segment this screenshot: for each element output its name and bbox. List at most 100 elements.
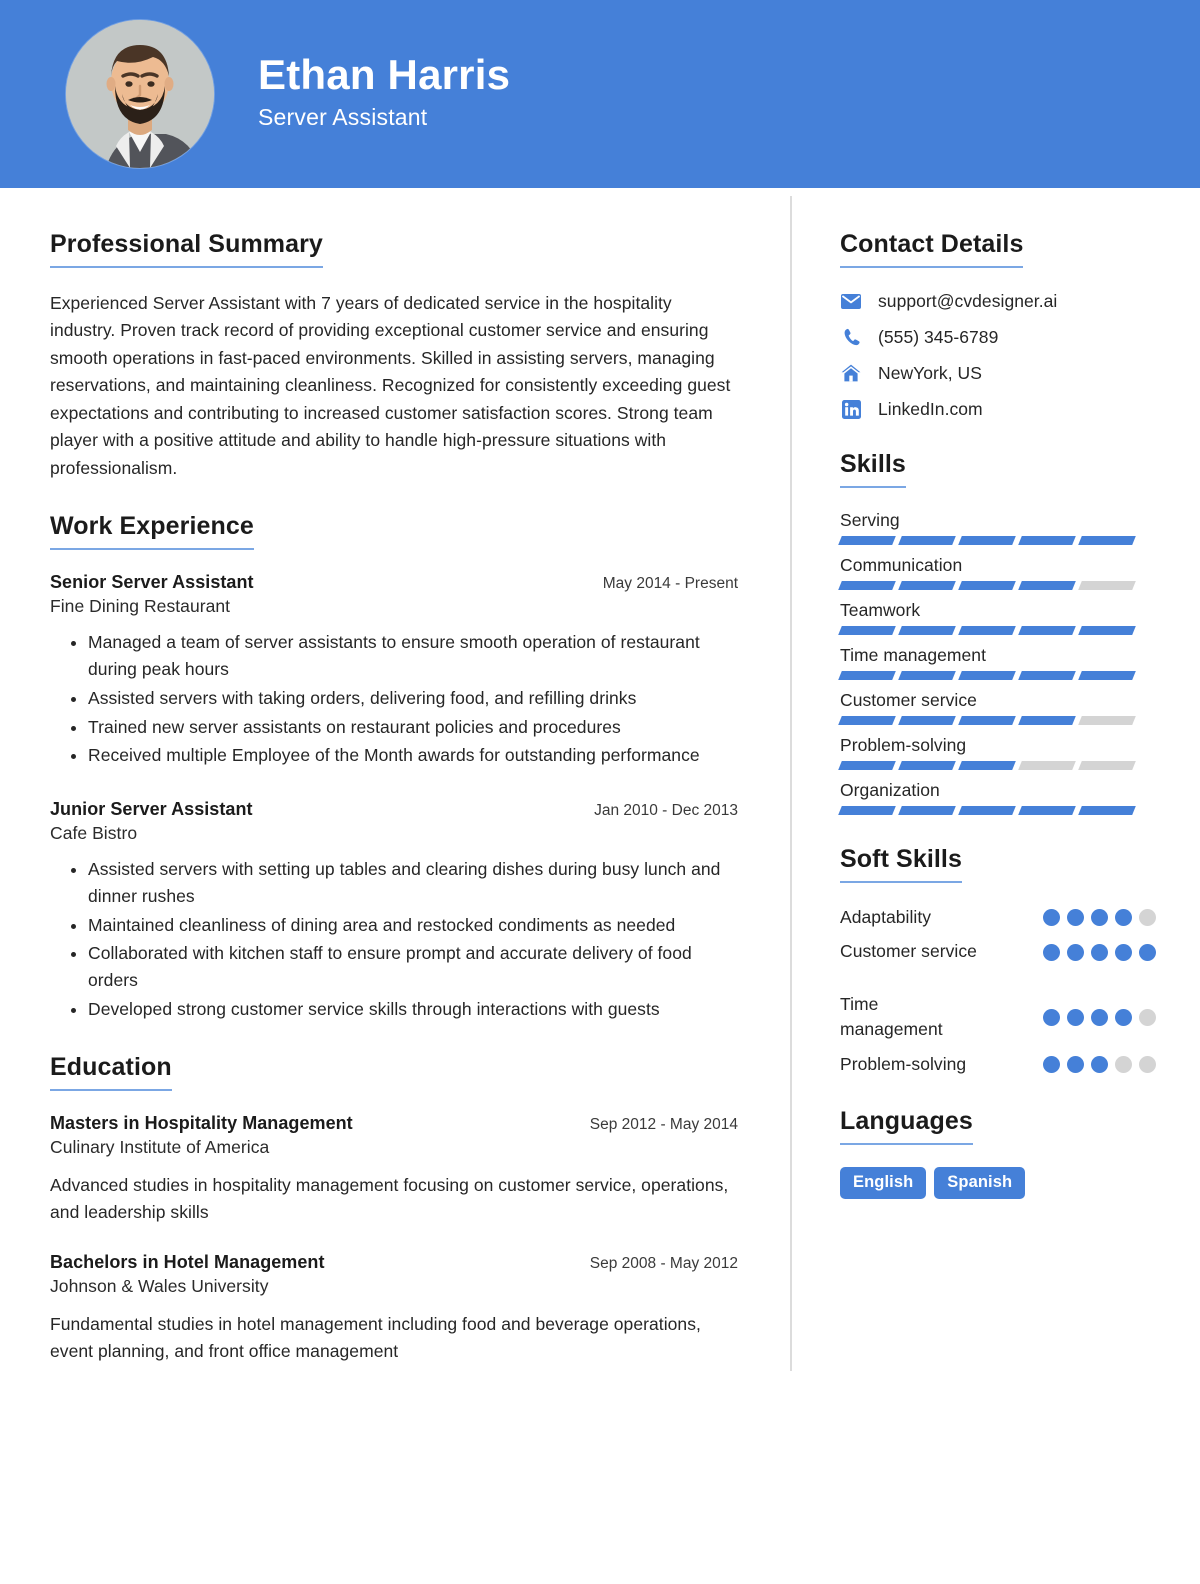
- skill-segment: [958, 671, 1016, 680]
- list-item: Assisted servers with taking orders, del…: [88, 685, 738, 712]
- candidate-role: Server Assistant: [258, 104, 428, 131]
- section-education: Education Masters in Hospitality Managem…: [50, 1053, 738, 1366]
- experience-heading: Work Experience: [50, 512, 254, 551]
- soft-skill-name: Time management: [840, 993, 943, 1040]
- envelope-icon: [840, 290, 862, 312]
- skill-segment: [958, 761, 1016, 770]
- list-item: Collaborated with kitchen staff to ensur…: [88, 940, 738, 994]
- skill-segment: [958, 536, 1016, 545]
- skill-segment: [898, 671, 956, 680]
- section-professional-summary: Professional Summary Experienced Server …: [50, 230, 738, 482]
- skill-segment: [898, 716, 956, 725]
- language-chip[interactable]: Spanish: [934, 1166, 1026, 1199]
- summary-text: Experienced Server Assistant with 7 year…: [50, 293, 731, 478]
- skill-segment: [838, 671, 896, 680]
- contact-row-phone[interactable]: (555) 345-6789: [840, 326, 1156, 348]
- skill-name: Communication: [840, 555, 963, 575]
- rating-dot: [1043, 909, 1060, 927]
- list-item: Received multiple Employee of the Month …: [88, 742, 738, 769]
- experience-company: Cafe Bistro: [50, 823, 138, 844]
- linkedin-icon: [840, 398, 862, 420]
- experience-item-head: Junior Server Assistant Jan 2010 - Dec 2…: [50, 799, 738, 820]
- experience-date: May 2014 - Present: [602, 575, 738, 593]
- soft-skills-heading: Soft Skills: [840, 845, 962, 883]
- avatar: [66, 20, 214, 168]
- skill-segment: [838, 806, 896, 815]
- skill-name: Teamwork: [840, 600, 921, 620]
- contact-row-email[interactable]: support@cvdesigner.ai: [840, 290, 1156, 312]
- soft-skill-name: Adaptability: [840, 907, 932, 927]
- soft-skill-list: Adaptability Customer service Time managem…: [840, 905, 1156, 1077]
- skill-bar: [838, 536, 1136, 545]
- section-contact-details: Contact Details support@cvdesigner.ai (5…: [840, 230, 1156, 420]
- home-icon: [840, 362, 862, 384]
- list-item: Managed a team of server assistants to e…: [88, 629, 738, 683]
- skill-segment: [1018, 581, 1076, 590]
- experience-heading-wrap: Work Experience: [50, 512, 738, 551]
- rating-dot: [1067, 943, 1084, 961]
- skill-segment: [1018, 626, 1076, 635]
- skill-bar: [838, 716, 1136, 725]
- skill-row: Organization: [838, 780, 1156, 815]
- sidebar-column: Contact Details support@cvdesigner.ai (5…: [792, 188, 1200, 1395]
- education-heading-wrap: Education: [50, 1053, 738, 1091]
- skill-segment: [898, 536, 956, 545]
- skill-segment: [838, 761, 896, 770]
- education-school: Johnson & Wales University: [50, 1275, 269, 1296]
- education-heading: Education: [50, 1053, 172, 1091]
- resume-body: Professional Summary Experienced Server …: [0, 188, 1200, 1395]
- skill-row: Teamwork: [838, 600, 1156, 635]
- skill-segment: [1078, 671, 1136, 680]
- skill-bar: [838, 626, 1136, 635]
- contact-row-location[interactable]: NewYork, US: [840, 362, 1156, 384]
- summary-heading-wrap: Professional Summary: [50, 230, 738, 268]
- rating-dot: [1139, 1055, 1156, 1073]
- skill-segment: [1078, 626, 1136, 635]
- skill-name: Customer service: [840, 690, 977, 710]
- skill-segment: [838, 581, 896, 590]
- section-skills: Skills Serving Communication Teamwork Time …: [838, 450, 1156, 815]
- soft-skill-dots: [1043, 1055, 1156, 1073]
- list-item: Developed strong customer service skills…: [88, 996, 738, 1023]
- soft-skill-dots: [1043, 1008, 1156, 1026]
- education-item-head: Masters in Hospitality Management Sep 20…: [50, 1113, 738, 1134]
- section-work-experience: Work Experience Senior Server Assistant …: [50, 512, 738, 1022]
- education-item: Masters in Hospitality Management Sep 20…: [50, 1113, 738, 1226]
- skills-heading: Skills: [840, 450, 906, 488]
- skill-row: Time management: [838, 645, 1156, 680]
- soft-skill-row: Adaptability: [840, 905, 1156, 930]
- main-column: Professional Summary Experienced Server …: [0, 188, 790, 1395]
- education-degree: Masters in Hospitality Management: [50, 1112, 353, 1133]
- skill-segment: [1078, 716, 1136, 725]
- skill-segment: [1078, 536, 1136, 545]
- skill-name: Serving: [840, 510, 900, 530]
- language-chip[interactable]: English: [840, 1166, 927, 1199]
- candidate-name: Ethan Harris: [258, 50, 511, 98]
- rating-dot: [1043, 943, 1060, 961]
- skill-segment: [1078, 761, 1136, 770]
- skill-name: Time management: [840, 645, 986, 665]
- experience-date: Jan 2010 - Dec 2013: [594, 802, 738, 820]
- education-date: Sep 2008 - May 2012: [589, 1254, 738, 1272]
- experience-item: Junior Server Assistant Jan 2010 - Dec 2…: [50, 799, 738, 1023]
- contact-email: support@cvdesigner.ai: [878, 290, 1058, 311]
- soft-skills-heading-wrap: Soft Skills: [840, 845, 1156, 883]
- experience-item-head: Senior Server Assistant May 2014 - Prese…: [50, 572, 738, 593]
- education-item: Bachelors in Hotel Management Sep 2008 -…: [50, 1252, 738, 1365]
- languages-heading-wrap: Languages: [840, 1107, 1156, 1145]
- skill-bar: [838, 806, 1136, 815]
- contact-linkedin: LinkedIn.com: [878, 398, 983, 419]
- contact-row-linkedin[interactable]: LinkedIn.com: [840, 398, 1156, 420]
- skill-row: Serving: [838, 510, 1156, 545]
- education-item-head: Bachelors in Hotel Management Sep 2008 -…: [50, 1252, 738, 1273]
- skill-segment: [838, 716, 896, 725]
- skill-segment: [958, 716, 1016, 725]
- skill-segment: [898, 626, 956, 635]
- skills-heading-wrap: Skills: [840, 450, 1156, 488]
- experience-title: Senior Server Assistant: [50, 572, 254, 593]
- education-date: Sep 2012 - May 2014: [589, 1115, 738, 1133]
- rating-dot: [1115, 1055, 1132, 1073]
- soft-skill-dots: [1043, 909, 1156, 927]
- skill-segment: [1018, 716, 1076, 725]
